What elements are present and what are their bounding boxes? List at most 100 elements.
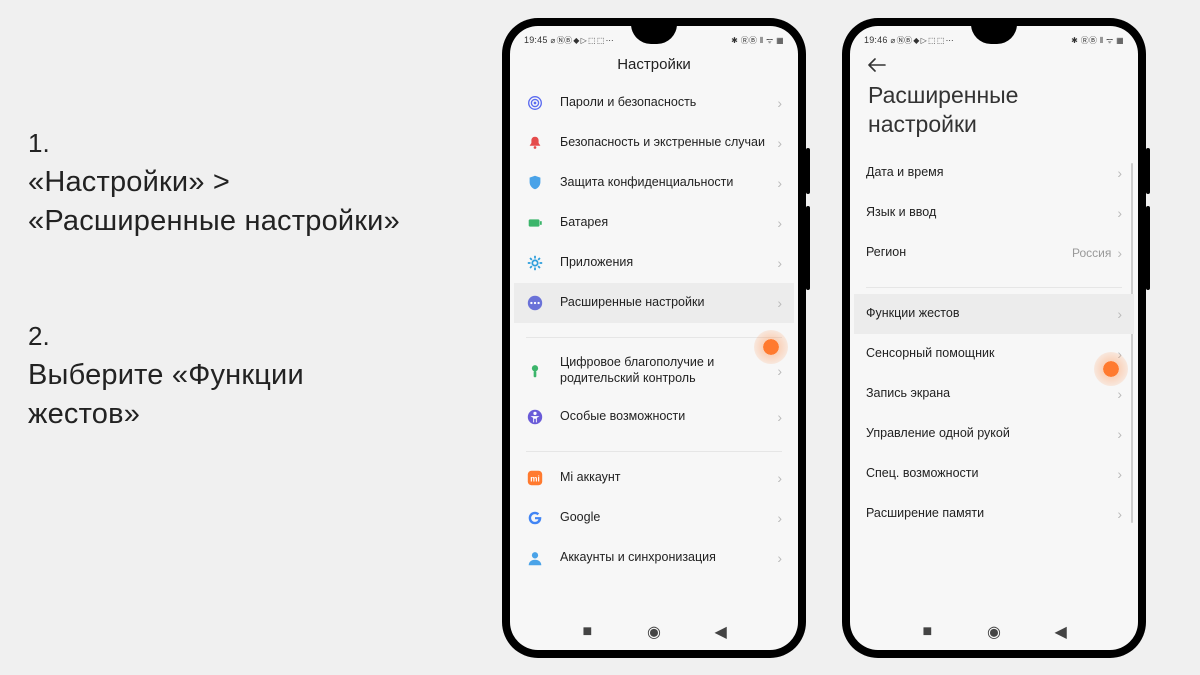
row-label: Сенсорный помощник — [866, 346, 1117, 362]
chevron-right-icon: › — [1117, 165, 1122, 181]
settings-row[interactable]: Цифровое благополучие и родительский кон… — [514, 344, 794, 397]
access-icon — [526, 408, 544, 426]
chevron-right-icon: › — [777, 215, 782, 231]
nav-back-icon[interactable]: ◀ — [714, 625, 728, 639]
nav-back-icon[interactable]: ◀ — [1054, 625, 1068, 639]
row-value: Россия — [1072, 246, 1111, 260]
nav-recent-icon[interactable]: ■ — [580, 625, 594, 639]
settings-row[interactable]: Защита конфиденциальности› — [514, 163, 794, 203]
row-label: Цифровое благополучие и родительский кон… — [560, 355, 777, 386]
settings-list[interactable]: Пароли и безопасность›Безопасность и экс… — [510, 83, 798, 614]
settings-row[interactable]: Спец. возможности› — [854, 454, 1134, 494]
settings-row[interactable]: Пароли и безопасность› — [514, 83, 794, 123]
svg-text:mi: mi — [530, 475, 539, 484]
row-label: Расширение памяти — [866, 506, 1117, 522]
status-right-icons: ✱ ⓇⒷ ⫴ ᯤ ▦ — [1071, 35, 1124, 46]
status-left-icons: ⌀ ⓃⒷ ◆ ▷ ⬚ ⬚ ⋯ — [551, 35, 614, 46]
chevron-right-icon: › — [1117, 386, 1122, 402]
status-right-icons: ✱ ⓇⒷ ⫴ ᯤ ▦ — [731, 35, 784, 46]
step1-number: 1. — [28, 128, 408, 159]
row-label: Регион — [866, 245, 1072, 261]
settings-row[interactable]: mi Mi аккаунт› — [514, 458, 794, 498]
settings-row[interactable]: Управление одной рукой› — [854, 414, 1134, 454]
battery-icon — [526, 214, 544, 232]
instructions-panel: 1. «Настройки» > «Расширенные настройки»… — [28, 128, 408, 491]
section-gap — [514, 323, 794, 337]
row-label: Защита конфиденциальности — [560, 175, 777, 191]
row-label: Функции жестов — [866, 306, 1117, 322]
settings-row[interactable]: Язык и ввод› — [854, 193, 1134, 233]
settings-row[interactable]: Сенсорный помощник› — [854, 334, 1134, 374]
nav-home-icon[interactable]: ◉ — [647, 625, 661, 639]
row-label: Пароли и безопасность — [560, 95, 777, 111]
mi-icon: mi — [526, 469, 544, 487]
chevron-right-icon: › — [777, 295, 782, 311]
settings-row[interactable]: Функции жестов› — [854, 294, 1134, 334]
settings-row[interactable]: Дата и время› — [854, 153, 1134, 193]
row-label: Управление одной рукой — [866, 426, 1117, 442]
settings-row[interactable]: РегионРоссия › — [854, 233, 1134, 273]
row-label: Google — [560, 510, 777, 526]
chevron-right-icon: › — [777, 95, 782, 111]
nav-bar: ■ ◉ ◀ — [510, 614, 798, 650]
settings-row[interactable]: Расширение памяти› — [854, 494, 1134, 534]
heart-icon — [526, 362, 544, 380]
settings-row[interactable]: Приложения› — [514, 243, 794, 283]
chevron-right-icon: › — [777, 550, 782, 566]
advanced-settings-list[interactable]: Дата и время›Язык и ввод›РегионРоссия›Фу… — [850, 153, 1138, 615]
status-time: 19:46 — [864, 35, 888, 45]
page-title: Настройки — [510, 50, 798, 83]
step2-number: 2. — [28, 321, 408, 352]
chevron-right-icon: › — [777, 135, 782, 151]
nav-recent-icon[interactable]: ■ — [920, 625, 934, 639]
chevron-right-icon: › — [777, 175, 782, 191]
row-label: Язык и ввод — [866, 205, 1117, 221]
chevron-right-icon: › — [777, 363, 782, 379]
back-button[interactable] — [850, 50, 1138, 77]
row-label: Запись экрана — [866, 386, 1117, 402]
nav-bar: ■ ◉ ◀ — [850, 614, 1138, 650]
settings-row[interactable]: Google› — [514, 498, 794, 538]
step1-text: «Настройки» > «Расширенные настройки» — [28, 163, 408, 241]
page-title: Расширенные настройки — [850, 77, 1138, 153]
row-label: Приложения — [560, 255, 777, 271]
row-label: Особые возможности — [560, 409, 777, 425]
status-time: 19:45 — [524, 35, 548, 45]
chevron-right-icon: › — [1117, 205, 1122, 221]
status-left-icons: ⌀ ⓃⒷ ◆ ▷ ⬚ ⬚ ⋯ — [891, 35, 954, 46]
screen-settings: 19:45 ⌀ ⓃⒷ ◆ ▷ ⬚ ⬚ ⋯ ✱ ⓇⒷ ⫴ ᯤ ▦ Настройк… — [510, 26, 798, 650]
arrow-left-icon — [868, 58, 886, 72]
row-label: Спец. возможности — [866, 466, 1117, 482]
dots-icon — [526, 294, 544, 312]
settings-row[interactable]: Запись экрана› — [854, 374, 1134, 414]
row-label: Дата и время — [866, 165, 1117, 181]
settings-row[interactable]: Безопасность и экстренные случаи› — [514, 123, 794, 163]
person-icon — [526, 549, 544, 567]
row-label: Батарея — [560, 215, 777, 231]
row-label: Mi аккаунт — [560, 470, 777, 486]
step2-text: Выберите «Функции жестов» — [28, 356, 408, 434]
row-label: Расширенные настройки — [560, 295, 777, 311]
section-gap — [854, 273, 1134, 287]
row-label: Аккаунты и синхронизация — [560, 550, 777, 566]
chevron-right-icon: › — [1117, 426, 1122, 442]
chevron-right-icon: › — [777, 409, 782, 425]
bell-icon — [526, 134, 544, 152]
chevron-right-icon: › — [1117, 506, 1122, 522]
chevron-right-icon: › — [1117, 466, 1122, 482]
chevron-right-icon: › — [777, 470, 782, 486]
phone-mockup-1: 19:45 ⌀ ⓃⒷ ◆ ▷ ⬚ ⬚ ⋯ ✱ ⓇⒷ ⫴ ᯤ ▦ Настройк… — [502, 18, 806, 658]
google-icon — [526, 509, 544, 527]
settings-row[interactable]: Батарея› — [514, 203, 794, 243]
chevron-right-icon: › — [1117, 245, 1122, 261]
settings-row[interactable]: Особые возможности› — [514, 397, 794, 437]
shield-icon — [526, 174, 544, 192]
row-label: Безопасность и экстренные случаи — [560, 135, 777, 151]
gear-icon — [526, 254, 544, 272]
chevron-right-icon: › — [1117, 306, 1122, 322]
nav-home-icon[interactable]: ◉ — [987, 625, 1001, 639]
settings-row[interactable]: Аккаунты и синхронизация› — [514, 538, 794, 578]
settings-row[interactable]: Расширенные настройки› — [514, 283, 794, 323]
chevron-right-icon: › — [777, 255, 782, 271]
fingerprint-icon — [526, 94, 544, 112]
